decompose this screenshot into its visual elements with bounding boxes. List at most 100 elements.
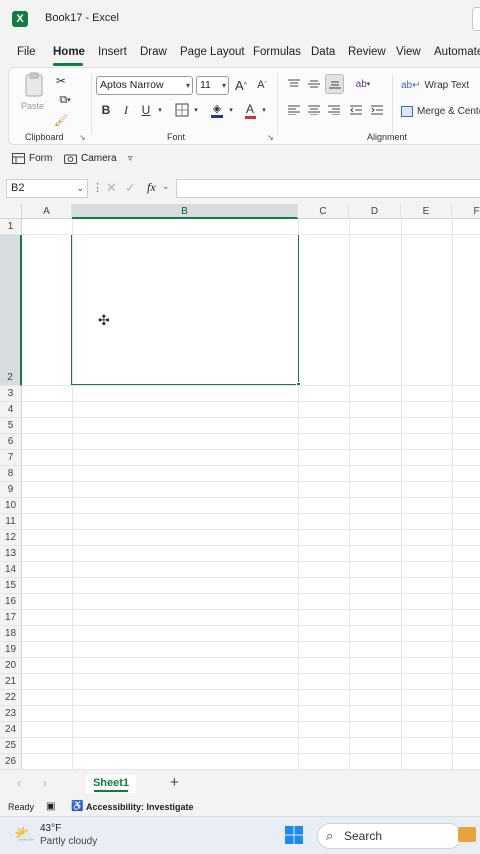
align-center-icon[interactable]	[306, 102, 322, 118]
enter-icon[interactable]: ✓	[125, 180, 136, 196]
camera-button[interactable]: Camera	[64, 153, 117, 164]
spreadsheet-grid[interactable]: A B C D E F 1 2 3 4 5 6 7 8 9 10 11 12 13 14 15 16 17 18 1…	[0, 204, 480, 770]
copy-icon[interactable]: ⧉ ▾	[53, 92, 77, 108]
row-header-3[interactable]: 3	[0, 386, 22, 402]
row-header-8[interactable]: 8	[0, 466, 22, 482]
tab-draw[interactable]: Draw	[140, 46, 167, 58]
accessibility-status[interactable]: Accessibility: Investigate	[86, 802, 194, 812]
increase-font-size-icon[interactable]: A ^	[234, 76, 248, 94]
row-header-18[interactable]: 18	[0, 626, 22, 642]
italic-button[interactable]: I	[119, 102, 133, 118]
weather-description[interactable]: Partly cloudy	[40, 836, 97, 847]
decrease-indent-icon[interactable]	[348, 102, 364, 118]
row-header-22[interactable]: 22	[0, 690, 22, 706]
font-launcher-icon[interactable]: ↘	[267, 133, 274, 142]
bottom-align-icon[interactable]	[325, 74, 344, 94]
row-header-9[interactable]: 9	[0, 482, 22, 498]
wrap-text-button[interactable]: ab↵ Wrap Text	[401, 76, 480, 94]
font-color-icon[interactable]: A	[243, 100, 257, 120]
active-cell-b2[interactable]	[71, 234, 299, 385]
fill-color-options-icon[interactable]: ▾	[227, 104, 235, 116]
increase-indent-icon[interactable]	[369, 102, 385, 118]
column-header-b[interactable]: B	[72, 204, 298, 219]
paste-icon[interactable]	[21, 72, 47, 98]
row-header-6[interactable]: 6	[0, 434, 22, 450]
row-header-26[interactable]: 26	[0, 754, 22, 770]
row-header-17[interactable]: 17	[0, 610, 22, 626]
merge-center-button[interactable]: Merge & Center	[401, 102, 480, 120]
clipboard-launcher-icon[interactable]: ↘	[79, 133, 86, 142]
row-header-16[interactable]: 16	[0, 594, 22, 610]
macro-recording-icon[interactable]: ▣	[46, 801, 55, 812]
row-header-2[interactable]: 2	[0, 235, 22, 386]
row-header-10[interactable]: 10	[0, 498, 22, 514]
bold-button[interactable]: B	[99, 102, 113, 118]
align-left-icon[interactable]	[286, 102, 302, 118]
font-name-dropdown[interactable]: Aptos Narrow ▾	[96, 76, 193, 95]
column-header-f[interactable]: F	[452, 204, 480, 219]
select-all-corner[interactable]	[0, 204, 22, 219]
previous-sheet-icon[interactable]: ‹	[17, 776, 21, 790]
form-button[interactable]: Form	[12, 153, 52, 164]
row-header-21[interactable]: 21	[0, 674, 22, 690]
insert-function-button[interactable]: fx	[147, 180, 156, 195]
tab-insert[interactable]: Insert	[98, 46, 127, 58]
underline-button[interactable]: U	[139, 102, 153, 118]
row-header-15[interactable]: 15	[0, 578, 22, 594]
middle-align-icon[interactable]	[306, 76, 322, 92]
tab-formulas[interactable]: Formulas	[253, 46, 301, 58]
row-header-11[interactable]: 11	[0, 514, 22, 530]
fill-color-icon[interactable]: ◈	[209, 100, 225, 120]
orientation-icon[interactable]: ab ▾	[351, 76, 375, 92]
row-header-4[interactable]: 4	[0, 402, 22, 418]
cut-icon[interactable]: ✂	[53, 73, 69, 89]
accessibility-icon[interactable]: ♿	[71, 801, 83, 812]
tab-review[interactable]: Review	[348, 46, 386, 58]
tab-data[interactable]: Data	[311, 46, 335, 58]
column-header-e[interactable]: E	[401, 204, 452, 219]
weather-temperature[interactable]: 43°F	[40, 823, 61, 834]
formula-input[interactable]	[176, 179, 480, 198]
top-align-icon[interactable]	[286, 76, 302, 92]
name-box[interactable]: B2 ⌄	[6, 179, 88, 198]
decrease-font-size-icon[interactable]: Aˇ	[255, 76, 269, 94]
tab-view[interactable]: View	[396, 46, 421, 58]
underline-options-icon[interactable]: ▾	[156, 104, 164, 116]
borders-icon[interactable]	[173, 101, 191, 119]
title-bar-edge-control[interactable]	[472, 7, 480, 31]
row-header-5[interactable]: 5	[0, 418, 22, 434]
chevron-down-icon[interactable]: ⌄	[162, 181, 170, 192]
borders-options-icon[interactable]: ▾	[192, 104, 200, 116]
row-header-20[interactable]: 20	[0, 658, 22, 674]
tab-page-layout[interactable]: Page Layout	[180, 46, 245, 58]
align-right-icon[interactable]	[326, 102, 342, 118]
taskbar-search-box[interactable]: ⌕ Search	[317, 823, 462, 849]
more-options-icon[interactable]: ⋮	[92, 181, 103, 194]
font-size-dropdown[interactable]: 11 ▾	[196, 76, 229, 95]
format-painter-icon[interactable]: 🖌	[53, 112, 69, 128]
row-header-25[interactable]: 25	[0, 738, 22, 754]
paste-label[interactable]: Paste	[21, 101, 44, 111]
row-header-13[interactable]: 13	[0, 546, 22, 562]
column-header-a[interactable]: A	[22, 204, 72, 219]
row-header-7[interactable]: 7	[0, 450, 22, 466]
row-header-19[interactable]: 19	[0, 642, 22, 658]
tab-automate[interactable]: Automate	[434, 46, 480, 58]
cancel-icon[interactable]: ✕	[106, 180, 117, 196]
briefcase-icon[interactable]	[458, 827, 476, 842]
next-sheet-icon[interactable]: ›	[43, 776, 47, 790]
tab-file[interactable]: File	[17, 46, 36, 58]
windows-start-icon[interactable]	[285, 826, 303, 844]
font-color-options-icon[interactable]: ▾	[260, 104, 268, 116]
row-header-1[interactable]: 1	[0, 219, 22, 235]
add-sheet-button[interactable]: +	[170, 774, 179, 791]
row-header-24[interactable]: 24	[0, 722, 22, 738]
weather-icon[interactable]: ⛅	[14, 825, 35, 845]
customize-toolbar-icon[interactable]: ▿	[128, 153, 133, 164]
row-header-12[interactable]: 12	[0, 530, 22, 546]
row-header-23[interactable]: 23	[0, 706, 22, 722]
column-header-c[interactable]: C	[298, 204, 349, 219]
tab-home[interactable]: Home	[53, 46, 85, 58]
column-header-d[interactable]: D	[349, 204, 401, 219]
row-header-14[interactable]: 14	[0, 562, 22, 578]
